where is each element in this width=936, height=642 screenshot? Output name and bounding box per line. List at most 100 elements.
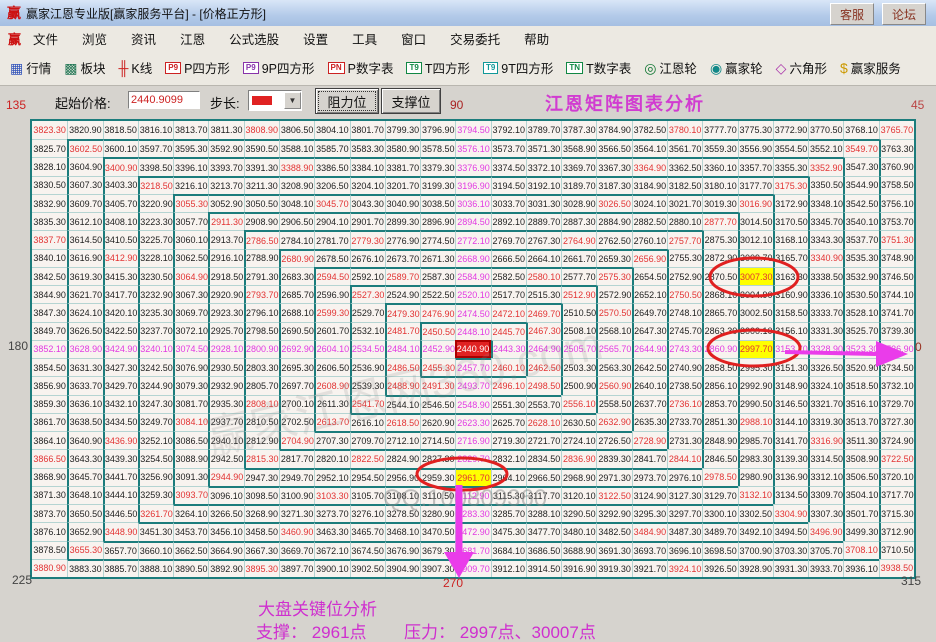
matrix-cell: 3110.50 xyxy=(420,486,455,504)
menu-item-window[interactable]: 窗口 xyxy=(401,29,426,48)
matrix-cell: 2719.30 xyxy=(491,431,526,449)
matrix-cell: 2534.50 xyxy=(350,340,385,358)
matrix-cell: 3710.50 xyxy=(879,541,914,559)
matrix-cell: 3357.70 xyxy=(738,157,773,175)
matrix-cell: 3643.30 xyxy=(67,449,102,467)
matrix-cell: 3808.90 xyxy=(244,121,279,139)
matrix-cell: 2887.30 xyxy=(561,212,596,230)
matrix-cell: 3124.90 xyxy=(632,486,667,504)
toolbar-item-label: P数字表 xyxy=(348,58,394,77)
matrix-cell: 3036.10 xyxy=(455,194,490,212)
toolbar-item-t-number-table[interactable]: TNT数字表 xyxy=(566,58,631,77)
menu-item-formula-stock-picker[interactable]: 公式选股 xyxy=(229,29,279,48)
matrix-cell: 2944.90 xyxy=(208,468,243,486)
matrix-cell: 3679.30 xyxy=(420,541,455,559)
matrix-cell: 2853.70 xyxy=(702,395,737,413)
matrix-cell: 3772.90 xyxy=(773,121,808,139)
toolbar-item-label: T数字表 xyxy=(586,58,631,77)
app-window: 赢 赢家江恩专业版[赢家服务平台] - [价格正方形] 客服论坛 赢 文件浏览资… xyxy=(0,0,936,642)
matrix-cell: 3597.70 xyxy=(138,139,173,157)
matrix-cell: 2738.50 xyxy=(667,376,702,394)
toolbar-item-winner-service[interactable]: $赢家服务 xyxy=(840,58,901,77)
matrix-cell: 2618.50 xyxy=(385,413,420,431)
matrix-cell: 2484.10 xyxy=(385,340,420,358)
matrix-cell: 2858.50 xyxy=(702,358,737,376)
toolbar-item-hexagon[interactable]: ◇六角形 xyxy=(776,58,827,77)
matrix-cell: 3902.50 xyxy=(350,559,385,577)
matrix-cell: 3254.50 xyxy=(138,449,173,467)
matrix-cell: 3698.50 xyxy=(702,541,737,559)
matrix-cell: 2496.10 xyxy=(491,376,526,394)
matrix-cell: 2450.50 xyxy=(420,322,455,340)
matrix-cell: 2520.10 xyxy=(455,285,490,303)
toolbar-item-winner-wheel[interactable]: ◉赢家轮 xyxy=(710,58,763,77)
gann-wheel-icon: ◎ xyxy=(644,61,656,75)
matrix-cell: 2892.10 xyxy=(491,212,526,230)
matrix-cell: 3367.30 xyxy=(596,157,631,175)
matrix-cell: 3511.30 xyxy=(843,431,878,449)
angle-label-315: 315 xyxy=(901,574,921,588)
menu-item-help[interactable]: 帮助 xyxy=(524,29,549,48)
step-dropdown[interactable]: ▼ xyxy=(248,90,302,111)
menu-item-news[interactable]: 资讯 xyxy=(131,29,156,48)
matrix-cell: 2856.10 xyxy=(702,376,737,394)
matrix-cell: 3566.50 xyxy=(596,139,631,157)
matrix-cell: 3021.70 xyxy=(667,194,702,212)
menu-item-browse[interactable]: 浏览 xyxy=(82,29,107,48)
matrix-cell: 3146.50 xyxy=(773,395,808,413)
matrix-cell: 3554.50 xyxy=(773,139,808,157)
matrix-cell: 2630.50 xyxy=(561,413,596,431)
matrix-cell: 3492.10 xyxy=(738,522,773,540)
matrix-cell: 2786.50 xyxy=(244,230,279,248)
matrix-cell: 3933.70 xyxy=(808,559,843,577)
menu-item-file[interactable]: 文件 xyxy=(33,29,58,48)
toolbar-item-9p-square[interactable]: P99P四方形 xyxy=(243,58,315,77)
matrix-cell: 3352.90 xyxy=(808,157,843,175)
matrix-cell: 2659.30 xyxy=(596,249,631,267)
support-button[interactable]: 支撑位 xyxy=(381,88,441,114)
matrix-cell: 3316.90 xyxy=(808,431,843,449)
matrix-cell: 3057.70 xyxy=(173,212,208,230)
matrix-cell: 2762.50 xyxy=(596,230,631,248)
matrix-cell: 2515.30 xyxy=(526,285,561,303)
matrix-cell: 3712.90 xyxy=(879,522,914,540)
start-price-input[interactable] xyxy=(128,91,200,109)
matrix-cell: 2464.90 xyxy=(526,340,561,358)
matrix-cell: 2817.70 xyxy=(279,449,314,467)
toolbar-item-gann-wheel[interactable]: ◎江恩轮 xyxy=(644,58,697,77)
matrix-cell: 3626.50 xyxy=(67,322,102,340)
toolbar-item-p-number-table[interactable]: PNP数字表 xyxy=(328,58,394,77)
matrix-cell: 3859.30 xyxy=(32,395,67,413)
matrix-cell: 2932.90 xyxy=(208,376,243,394)
toolbar-item-label: 板块 xyxy=(80,58,105,77)
toolbar-item-market[interactable]: ▦行情 xyxy=(10,58,51,77)
matrix-cell: 2724.10 xyxy=(561,431,596,449)
matrix-cell: 3657.70 xyxy=(103,541,138,559)
matrix-cell: 3079.30 xyxy=(173,376,208,394)
matrix-cell: 2644.90 xyxy=(632,340,667,358)
chevron-down-icon[interactable]: ▼ xyxy=(284,92,301,109)
matrix-cell: 2882.50 xyxy=(632,212,667,230)
matrix-cell: 3717.70 xyxy=(879,486,914,504)
matrix-cell: 3794.50 xyxy=(455,121,490,139)
menu-item-settings[interactable]: 设置 xyxy=(303,29,328,48)
menu-item-gann[interactable]: 江恩 xyxy=(180,29,205,48)
resistance-button[interactable]: 阻力位 xyxy=(315,88,379,114)
toolbar-item-p-square[interactable]: P9P四方形 xyxy=(165,58,230,77)
toolbar-item-9t-square[interactable]: T99T四方形 xyxy=(483,58,553,77)
matrix-cell: 3770.50 xyxy=(808,121,843,139)
gann-price-square-matrix: 3823.303820.903818.503816.103813.703811.… xyxy=(30,119,916,579)
matrix-cell: 3384.10 xyxy=(350,157,385,175)
matrix-cell: 3928.90 xyxy=(738,559,773,577)
menu-item-trade-entrust[interactable]: 交易委托 xyxy=(450,29,500,48)
matrix-cell: 3060.10 xyxy=(173,230,208,248)
matrix-cell: 2875.30 xyxy=(702,230,737,248)
toolbar-item-sectors[interactable]: ▩板块 xyxy=(64,58,105,77)
toolbar-item-t-square[interactable]: T9T四方形 xyxy=(406,58,469,77)
customer-service-button[interactable]: 客服 xyxy=(830,3,874,25)
matrix-cell: 3256.90 xyxy=(138,468,173,486)
matrix-cell: 3360.10 xyxy=(702,157,737,175)
toolbar-item-kline[interactable]: ╫K线 xyxy=(119,58,153,77)
menu-item-tools[interactable]: 工具 xyxy=(352,29,377,48)
forum-button[interactable]: 论坛 xyxy=(882,3,926,25)
